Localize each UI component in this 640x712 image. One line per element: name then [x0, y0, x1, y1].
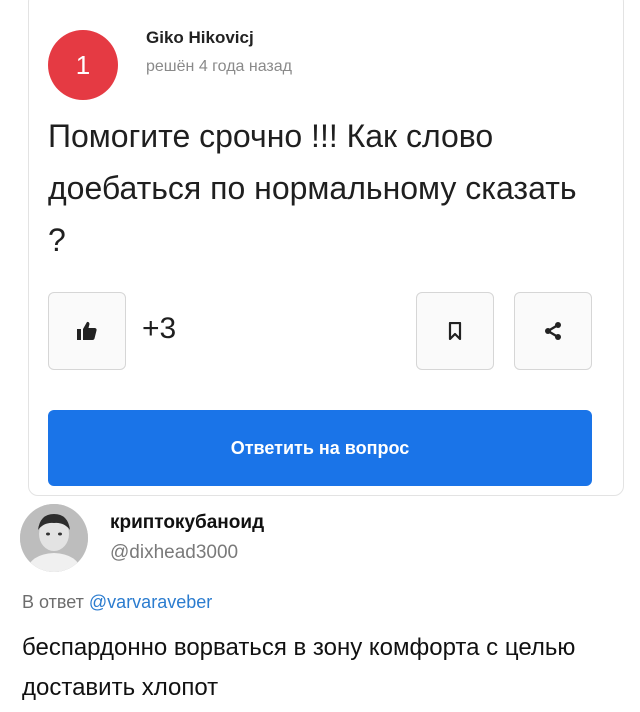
- reply-handle[interactable]: @dixhead3000: [110, 542, 238, 564]
- in-reply-to-mention[interactable]: @varvaraveber: [89, 592, 212, 612]
- in-reply-to: В ответ @varvaraveber: [22, 592, 212, 613]
- like-count: +3: [142, 312, 177, 345]
- reply-text: беспардонно ворваться в зону комфорта с …: [22, 634, 576, 701]
- bookmark-icon: [448, 322, 462, 340]
- in-reply-to-prefix: В ответ: [22, 592, 84, 612]
- avatar-image: [20, 504, 88, 572]
- like-button[interactable]: [48, 292, 126, 370]
- rank-badge: 1: [48, 30, 118, 100]
- share-icon: [545, 322, 561, 340]
- thumbs-up-icon: [77, 321, 97, 340]
- bookmark-button[interactable]: [416, 292, 494, 370]
- answer-question-button[interactable]: Ответить на вопрос: [48, 410, 592, 486]
- rank-number: 1: [75, 49, 91, 80]
- question-author-name[interactable]: Giko Hikovicj: [146, 28, 254, 48]
- reply-display-name[interactable]: криптокубаноид: [110, 512, 264, 534]
- question-status: решён 4 года назад: [146, 58, 292, 75]
- question-text: Помогите срочно !!! Как слово доебаться …: [48, 118, 577, 258]
- share-button[interactable]: [514, 292, 592, 370]
- avatar[interactable]: [20, 504, 88, 572]
